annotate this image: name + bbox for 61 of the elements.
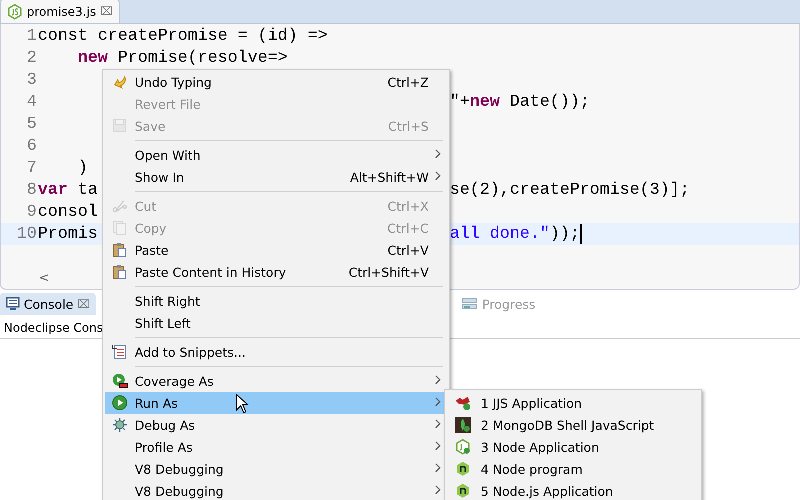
hexagon-icon [455, 483, 471, 499]
menu-item[interactable]: Shift Left [105, 312, 449, 334]
mouse-pointer-icon [236, 394, 250, 414]
text-cursor [580, 224, 582, 244]
code-text: var ta [38, 180, 98, 200]
line-number: 3 [26, 70, 37, 90]
menu-item[interactable]: Shift Right [105, 290, 449, 312]
close-icon[interactable]: ⌧ [78, 298, 90, 310]
chevron-right-icon [435, 463, 441, 473]
code-text: Promis [38, 224, 98, 244]
snippets-list-icon [112, 344, 128, 360]
editor-tab[interactable]: promise3.js ⌧ [0, 0, 120, 23]
monitor-icon [6, 297, 20, 311]
line-number: 1 [26, 26, 37, 46]
play-icon [112, 395, 128, 411]
menu-item[interactable]: Coverage As [105, 370, 449, 392]
chevron-right-icon [435, 485, 441, 495]
line-number: 10 [16, 224, 37, 244]
play-coverage-icon [112, 373, 128, 389]
line-number: 7 [26, 158, 37, 178]
line-number: 2 [26, 48, 37, 68]
chevron-right-icon [435, 149, 441, 159]
hexagon-icon [455, 461, 471, 477]
chevron-right-icon [435, 397, 441, 407]
chevron-right-icon [435, 441, 441, 451]
js-hexagon-icon [455, 439, 471, 455]
rhino-run-icon [455, 395, 471, 411]
copy-pages-icon [112, 220, 128, 236]
code-text: const createPromise = (id) => [38, 26, 328, 46]
code-text: consol [38, 202, 98, 222]
chevron-right-icon [435, 419, 441, 429]
code-text: all done.")); [450, 224, 580, 244]
menu-item[interactable]: Undo Typing Ctrl+Z [105, 71, 449, 93]
menu-item[interactable]: Open With [105, 144, 449, 166]
line-number: 8 [26, 180, 37, 200]
progress-bars-icon [462, 297, 478, 311]
menu-item[interactable]: Paste Ctrl+V [105, 239, 449, 261]
line-number: 9 [26, 202, 37, 222]
clipboard-icon [112, 264, 128, 280]
line-number: 6 [26, 136, 37, 156]
chevron-right-icon [435, 171, 441, 181]
line-number: 5 [26, 114, 37, 134]
close-icon[interactable]: ⌧ [100, 5, 114, 18]
js-file-icon [7, 4, 23, 20]
undo-arrow-icon [112, 74, 128, 90]
menu-item[interactable]: Add to Snippets... [105, 341, 449, 363]
leaf-run-icon [455, 417, 471, 433]
code-text: se(2),createPromise(3)]; [450, 180, 690, 200]
code-text: "+new Date()); [450, 92, 590, 112]
bug-icon [112, 417, 128, 433]
clipboard-icon [112, 242, 128, 258]
console-title: Nodeclipse Cons [4, 321, 104, 335]
scissors-icon [112, 198, 128, 214]
menu-item[interactable]: Show In Alt+Shift+W [105, 166, 449, 188]
chevron-right-icon [435, 375, 441, 385]
code-text: new Promise(resolve=> [76, 48, 288, 68]
console-tab[interactable]: Console ⌧ [0, 293, 96, 315]
code-text: ) [76, 158, 88, 178]
scroll-left-button[interactable]: < [39, 270, 50, 286]
line-number: 4 [26, 92, 37, 112]
menu-item[interactable]: Paste Content in History Ctrl+Shift+V [105, 261, 449, 283]
